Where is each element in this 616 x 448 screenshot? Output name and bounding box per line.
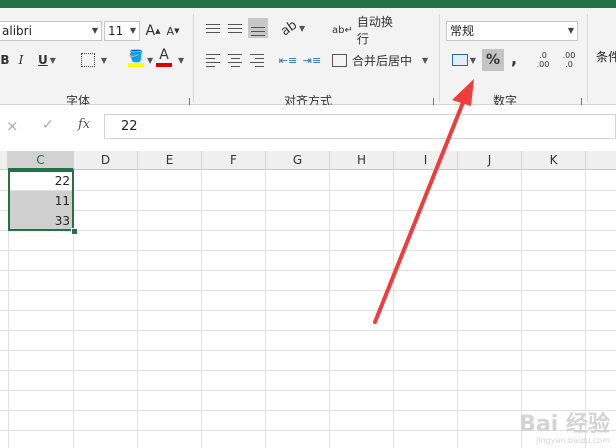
watermark-brand: Bai 经验 <box>519 412 610 437</box>
watermark-url: jingyan.baidu.com <box>536 436 610 445</box>
arrow-shaft <box>373 98 466 324</box>
annotation-arrow-icon <box>373 79 474 324</box>
watermark: Bai 经验 jingyan.baidu.com <box>519 414 610 446</box>
arrow-head <box>452 79 474 106</box>
